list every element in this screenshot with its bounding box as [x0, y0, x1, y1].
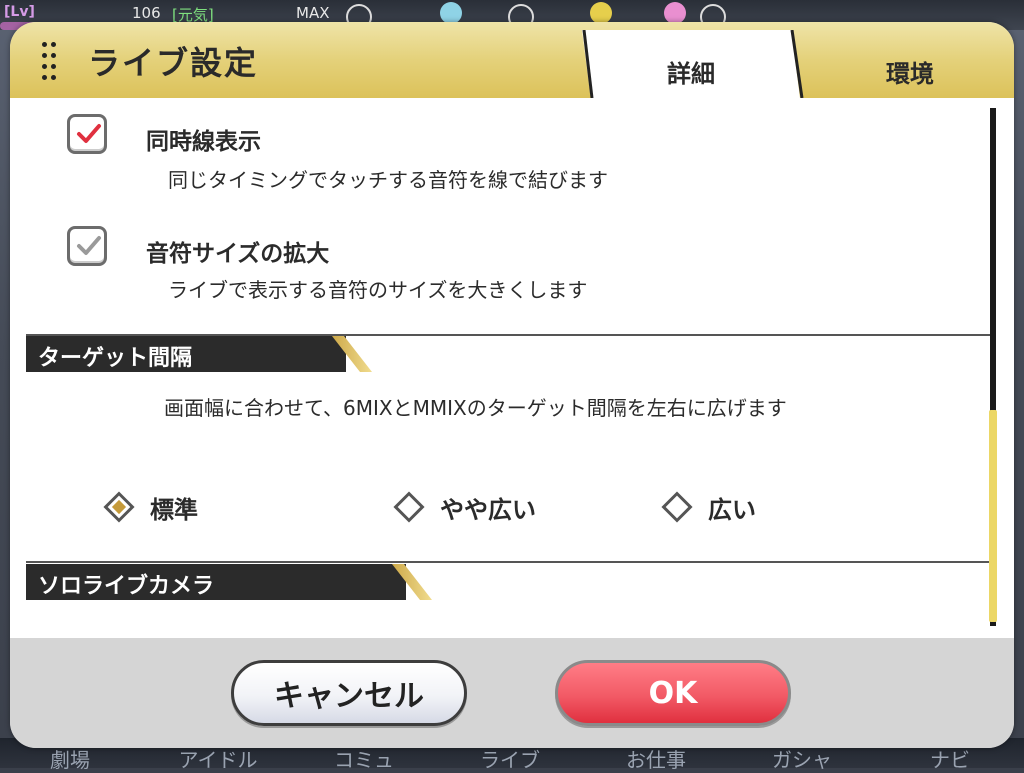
nav-item-work[interactable]: お仕事: [596, 744, 716, 773]
nav-item-commu[interactable]: コミュ: [304, 744, 424, 773]
radio-wide[interactable]: [661, 491, 693, 523]
option-title: 同時線表示: [146, 129, 261, 155]
note-size-checkbox[interactable]: [67, 226, 107, 266]
settings-content: 同時線表示 同じタイミングでタッチする音符を線で結びます 音符サイズの拡大 ライ…: [10, 98, 1014, 638]
nav-item-navi[interactable]: ナビ: [890, 744, 1010, 773]
nav-item-idol[interactable]: アイドル: [158, 744, 278, 773]
drag-handle-icon[interactable]: [42, 42, 58, 82]
radio-slightly-wide-label[interactable]: やや広い: [440, 490, 536, 525]
ok-button[interactable]: OK: [555, 660, 791, 726]
option-description: 同じタイミングでタッチする音符を線で結びます: [168, 168, 608, 192]
crystal-icon: [440, 2, 462, 24]
tab-environment[interactable]: 環境: [800, 30, 1014, 98]
level-value: 106: [132, 4, 161, 22]
option-title: 音符サイズの拡大: [146, 241, 330, 267]
radio-standard[interactable]: [103, 491, 135, 523]
live-settings-dialog: ライブ設定 詳細 環境 同時線表示 同じタイミングでタッチする音符を線で結びます…: [10, 22, 1014, 748]
coin-icon: [590, 2, 612, 24]
cancel-button[interactable]: キャンセル: [231, 660, 467, 726]
simultaneous-line-checkbox[interactable]: [67, 114, 107, 154]
nav-item-gacha[interactable]: ガシャ: [742, 744, 862, 773]
tab-environment-label: 環境: [886, 60, 934, 88]
option-description: ライブで表示する音符のサイズを大きくします: [168, 278, 588, 302]
checkmark-icon: [77, 236, 101, 255]
nav-item-theater[interactable]: 劇場: [10, 744, 130, 773]
radio-wide-label[interactable]: 広い: [708, 490, 756, 525]
section-title: ソロライブカメラ: [38, 574, 215, 599]
target-spacing-description: 画面幅に合わせて、6MIXとMMIXのターゲット間隔を左右に広げます: [164, 396, 787, 420]
checkmark-icon: [77, 124, 101, 143]
max-label: MAX: [296, 4, 330, 22]
radio-slightly-wide[interactable]: [393, 491, 425, 523]
dialog-title: ライブ設定: [88, 44, 259, 82]
level-label: [Lv]: [4, 4, 35, 20]
nav-item-live[interactable]: ライブ: [450, 744, 570, 773]
dialog-header: ライブ設定 詳細 環境: [10, 22, 1014, 99]
tab-outline: [582, 30, 804, 99]
radio-standard-label[interactable]: 標準: [150, 490, 198, 525]
scrollbar-thumb[interactable]: [989, 410, 997, 622]
solo-camera-header: ソロライブカメラ: [26, 564, 446, 600]
target-spacing-header: ターゲット間隔: [26, 336, 386, 372]
section-divider: [26, 561, 990, 563]
ticket-icon: [664, 2, 686, 24]
section-title: ターゲット間隔: [38, 346, 193, 371]
dialog-footer: キャンセル OK: [10, 638, 1014, 748]
